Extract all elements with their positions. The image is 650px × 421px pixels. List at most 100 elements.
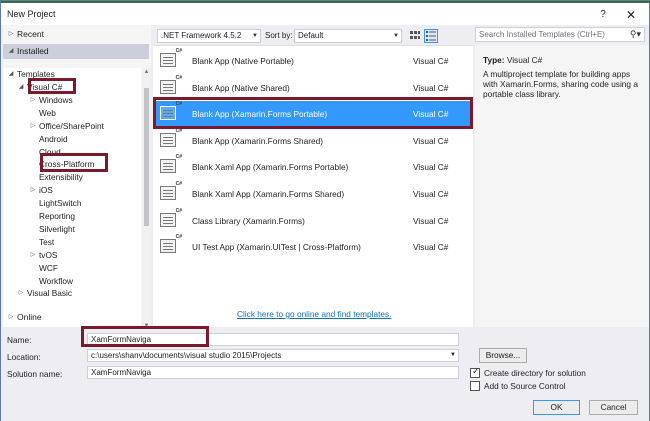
template-tree: ◢ Templates ◢ Visual C# ▷ Windows Web ▷ Office… bbox=[3, 68, 141, 330]
framework-value: .NET Framework 4.5.2 bbox=[161, 31, 242, 40]
template-name: Blank Xaml App (Xamarin.Forms Portable) bbox=[192, 162, 349, 173]
collapse-arrow-icon[interactable]: ◢ bbox=[17, 81, 25, 94]
template-language: Visual C# bbox=[413, 189, 449, 199]
search-placeholder: Search Installed Templates (Ctrl+E) bbox=[479, 30, 605, 39]
project-template-icon: C# bbox=[160, 208, 182, 227]
tree-scrollbar-thumb[interactable] bbox=[144, 88, 149, 226]
csharp-badge-icon: C# bbox=[175, 234, 182, 241]
project-template-icon: C# bbox=[160, 234, 182, 254]
template-language: Visual C# bbox=[413, 56, 449, 66]
dialog-title: New Project bbox=[7, 9, 56, 19]
csharp-badge-icon: C# bbox=[175, 181, 182, 187]
tree-item-label: tvOS bbox=[39, 249, 58, 260]
collapse-arrow-icon[interactable]: ◢ bbox=[7, 44, 15, 59]
expand-arrow-icon[interactable]: ▷ bbox=[29, 94, 37, 107]
highlight-visual-csharp bbox=[28, 78, 76, 94]
tree-item-label: Test bbox=[39, 236, 55, 247]
csharp-badge-icon: C# bbox=[175, 74, 182, 81]
tree-item-label: iOS bbox=[39, 185, 53, 196]
source-control-checkbox[interactable] bbox=[470, 381, 480, 391]
installed-label: Installed bbox=[17, 46, 49, 56]
solution-name-value: XamFormNaviga bbox=[91, 368, 152, 377]
template-row[interactable]: C# Class Library (Xamarin.Forms) Visual C# bbox=[154, 208, 472, 233]
csharp-badge-icon: C# bbox=[175, 48, 182, 54]
name-label: Name: bbox=[7, 335, 32, 345]
csharp-badge-icon: C# bbox=[175, 154, 182, 161]
template-language: Visual C# bbox=[413, 162, 449, 173]
tree-item-label: LightSwitch bbox=[39, 198, 82, 209]
location-combo[interactable]: c:\users\shanv\documents\visual studio 2… bbox=[87, 349, 459, 362]
help-button[interactable]: ? bbox=[595, 7, 611, 23]
solution-name-input[interactable]: XamFormNaviga bbox=[87, 366, 459, 379]
location-value: c:\users\shanv\documents\visual studio 2… bbox=[91, 351, 282, 360]
create-directory-checkbox[interactable] bbox=[470, 366, 480, 378]
new-project-dialog: New Project ? ✕ ▷ Recent ◢ Installed ◢ T… bbox=[0, 0, 650, 421]
tree-item-label: Reporting bbox=[39, 211, 75, 221]
template-language: Visual C# bbox=[413, 135, 449, 146]
search-icon[interactable]: ⚲▾ bbox=[630, 28, 641, 41]
template-row[interactable]: C# Blank Xaml App (Xamarin.Forms Shared) V… bbox=[154, 181, 472, 206]
expand-arrow-icon[interactable]: ▷ bbox=[29, 120, 37, 133]
project-template-icon: C# bbox=[160, 154, 182, 174]
chevron-down-icon: ▼ bbox=[450, 352, 456, 358]
template-name: UI Test App (Xamarin.UITest | Cross-Plat… bbox=[192, 242, 361, 253]
template-name: Class Library (Xamarin.Forms) bbox=[192, 215, 305, 226]
framework-dropdown[interactable]: .NET Framework 4.5.2 ▼ bbox=[157, 29, 261, 43]
scroll-up-arrow-icon[interactable]: ▲ bbox=[143, 69, 150, 75]
tree-item-label: Visual Basic bbox=[27, 288, 73, 299]
grid-view-button[interactable] bbox=[408, 29, 422, 43]
project-template-icon: C# bbox=[160, 75, 182, 94]
close-button[interactable]: ✕ bbox=[623, 7, 639, 23]
sort-value: Default bbox=[298, 31, 324, 40]
template-type: Type: Visual C# bbox=[483, 55, 542, 65]
tree-item-label: Silverlight bbox=[39, 223, 75, 234]
template-row[interactable]: C# Blank Xaml App (Xamarin.Forms Portable… bbox=[154, 154, 472, 179]
list-view-icon bbox=[426, 31, 436, 41]
location-label: Location: bbox=[7, 352, 41, 362]
template-row[interactable]: C# Blank App (Native Shared) Visual C# bbox=[154, 75, 472, 100]
highlight-cross-platform bbox=[40, 153, 108, 172]
installed-node[interactable]: ◢ Installed bbox=[3, 44, 149, 59]
grid-view-icon bbox=[410, 31, 420, 39]
expand-arrow-icon[interactable]: ▷ bbox=[29, 249, 37, 262]
tree-item-label: Workflow bbox=[39, 275, 73, 286]
browse-button[interactable]: Browse... bbox=[479, 348, 527, 363]
template-language: Visual C# bbox=[413, 82, 449, 93]
tree-scrollbar[interactable]: ▲ ▼ bbox=[142, 68, 151, 330]
list-view-button[interactable] bbox=[424, 29, 438, 43]
expand-arrow-icon[interactable]: ▷ bbox=[29, 184, 37, 197]
highlight-project-name bbox=[81, 326, 209, 347]
project-template-icon: C# bbox=[160, 181, 182, 200]
template-language: Visual C# bbox=[413, 242, 449, 253]
expand-arrow-icon[interactable]: ▷ bbox=[7, 27, 15, 42]
csharp-badge-icon: C# bbox=[175, 207, 182, 214]
solution-name-label: Solution name: bbox=[7, 369, 63, 379]
highlight-selected-template bbox=[153, 97, 473, 129]
sort-dropdown[interactable]: Default ▼ bbox=[294, 29, 402, 43]
template-row[interactable]: C# Blank App (Native Portable) Visual C# bbox=[154, 48, 472, 73]
template-row[interactable]: C# UI Test App (Xamarin.UITest | Cross-Pl… bbox=[154, 234, 472, 259]
recent-label: Recent bbox=[17, 29, 44, 39]
find-templates-online-link[interactable]: Click here to go online and find templat… bbox=[237, 309, 392, 319]
cancel-button[interactable]: Cancel bbox=[589, 400, 638, 415]
template-row[interactable]: C# Blank App (Xamarin.Forms Shared) Visual… bbox=[154, 128, 472, 153]
recent-node[interactable]: ▷ Recent bbox=[3, 27, 149, 42]
collapse-arrow-icon[interactable]: ◢ bbox=[7, 68, 15, 81]
ok-button[interactable]: OK bbox=[533, 400, 580, 415]
online-label: Online bbox=[17, 312, 42, 322]
chevron-down-icon: ▼ bbox=[393, 33, 399, 39]
create-directory-label: Create directory for solution bbox=[484, 368, 586, 378]
template-name: Blank App (Xamarin.Forms Shared) bbox=[192, 135, 323, 146]
expand-arrow-icon[interactable]: ▷ bbox=[7, 309, 15, 325]
sort-label: Sort by: bbox=[265, 31, 293, 40]
type-label: Type: bbox=[483, 55, 505, 65]
search-templates-input[interactable]: Search Installed Templates (Ctrl+E) ⚲▾ bbox=[475, 27, 645, 42]
template-list: C# Blank App (Native Portable) Visual C# C#… bbox=[153, 45, 473, 327]
online-node[interactable]: ▷ Online bbox=[3, 309, 151, 325]
expand-arrow-icon[interactable]: ▷ bbox=[17, 287, 25, 300]
template-name: Blank App (Native Portable) bbox=[192, 56, 294, 66]
tree-item-label: WCF bbox=[39, 262, 58, 273]
source-control-label: Add to Source Control bbox=[484, 381, 566, 391]
project-template-icon: C# bbox=[160, 128, 182, 147]
template-name: Blank Xaml App (Xamarin.Forms Shared) bbox=[192, 189, 345, 199]
